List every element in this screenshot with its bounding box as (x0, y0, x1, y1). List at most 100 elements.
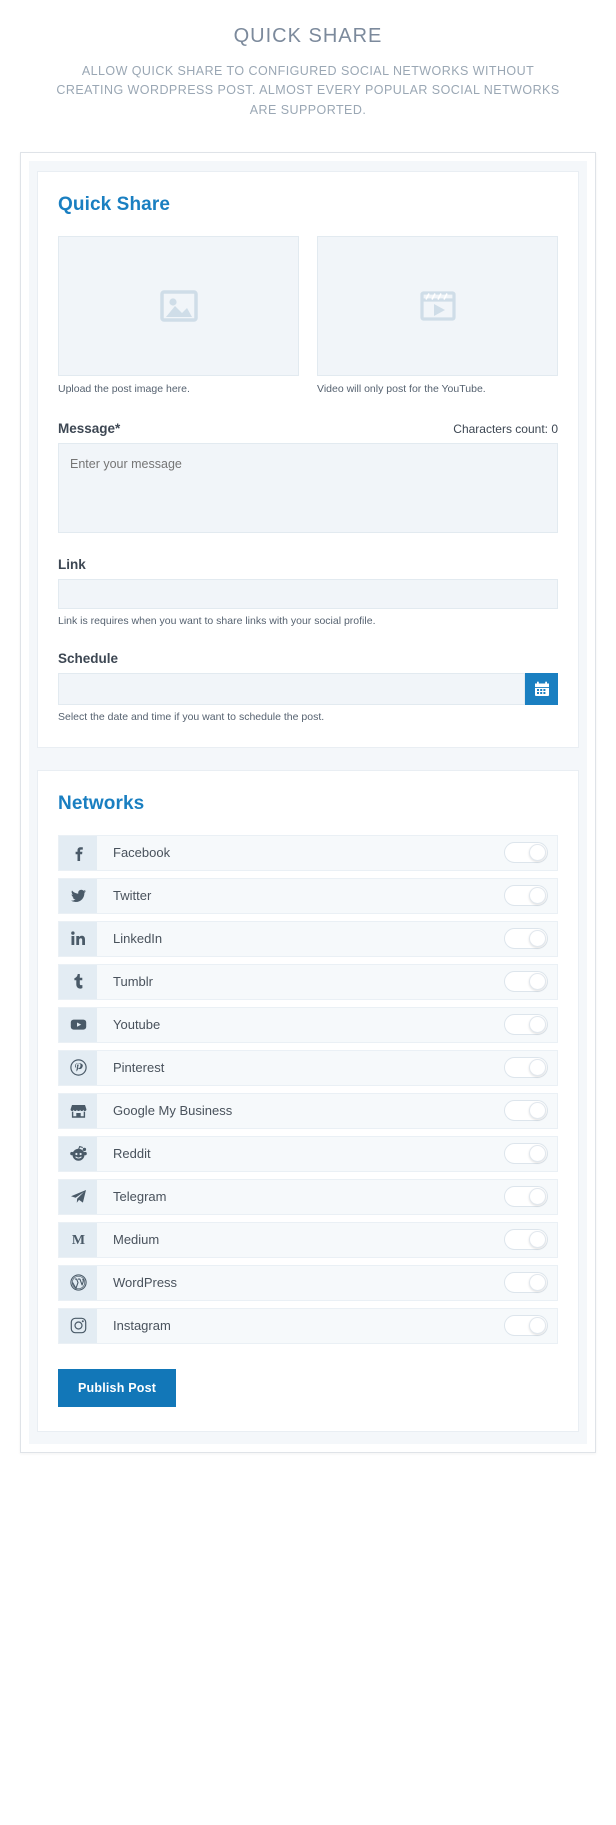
network-label: Reddit (113, 1146, 151, 1162)
network-label: Medium (113, 1232, 160, 1248)
network-toggle-wordpress[interactable] (504, 1272, 548, 1294)
network-row-telegram[interactable]: Telegram (58, 1178, 558, 1215)
image-placeholder-icon (159, 286, 199, 326)
pinterest-icon (59, 1050, 97, 1085)
telegram-icon (59, 1179, 97, 1214)
image-upload-caption: Upload the post image here. (58, 383, 190, 396)
preview-frame: Quick Share Upload the post image here. (20, 152, 596, 1453)
schedule-input[interactable] (58, 672, 525, 705)
network-label: Google My Business (113, 1103, 233, 1119)
toggle-knob (529, 973, 546, 991)
google-my-business-icon (59, 1093, 97, 1128)
quick-share-card: Quick Share Upload the post image here. (37, 171, 579, 748)
network-row-pinterest[interactable]: Pinterest (58, 1049, 558, 1086)
link-field: Link Link is requires when you want to s… (58, 557, 558, 627)
network-row-twitter[interactable]: Twitter (58, 877, 558, 914)
link-field-head: Link (58, 557, 558, 572)
instagram-icon (59, 1308, 97, 1343)
video-upload-caption: Video will only post for the YouTube. (317, 383, 486, 396)
link-input[interactable] (58, 578, 558, 609)
reddit-icon (59, 1136, 97, 1171)
link-label: Link (58, 556, 86, 572)
network-row-google-my-business[interactable]: Google My Business (58, 1092, 558, 1129)
page-title: QUICK SHARE (233, 25, 383, 47)
network-toggle-linkedin[interactable] (504, 928, 548, 950)
toggle-knob (529, 844, 546, 862)
network-label: Youtube (113, 1017, 161, 1033)
networks-card: Networks Facebook Twitter LinkedIn Tumblr Yo… (37, 769, 579, 1432)
network-label: Twitter (113, 888, 152, 904)
image-upload-dropzone[interactable] (58, 236, 299, 377)
facebook-icon (59, 835, 97, 870)
media-upload-row: Upload the post image here. Video will o… (58, 236, 558, 397)
video-placeholder-icon (418, 286, 458, 326)
network-row-reddit[interactable]: Reddit (58, 1135, 558, 1172)
link-helper-text: Link is requires when you want to share … (58, 614, 376, 627)
tumblr-icon (59, 964, 97, 999)
toggle-knob (529, 1231, 546, 1249)
networks-list: Facebook Twitter LinkedIn Tumblr Youtube Pint… (58, 834, 558, 1344)
youtube-icon (59, 1007, 97, 1042)
toggle-knob (529, 1016, 546, 1034)
wordpress-icon (59, 1265, 97, 1300)
schedule-label: Schedule (58, 650, 119, 666)
network-toggle-twitter[interactable] (504, 885, 548, 907)
network-toggle-medium[interactable] (504, 1229, 548, 1251)
characters-count: Characters count: 0 (453, 421, 558, 436)
toggle-knob (529, 887, 546, 905)
network-label: Facebook (113, 845, 171, 861)
network-label: Telegram (113, 1189, 167, 1205)
network-toggle-youtube[interactable] (504, 1014, 548, 1036)
networks-title: Networks (58, 792, 145, 814)
network-toggle-instagram[interactable] (504, 1315, 548, 1337)
network-row-tumblr[interactable]: Tumblr (58, 963, 558, 1000)
message-field-head: Message* Characters count: 0 (58, 421, 558, 436)
network-toggle-reddit[interactable] (504, 1143, 548, 1165)
network-label: Pinterest (113, 1060, 165, 1076)
image-upload-column: Upload the post image here. (58, 236, 299, 397)
medium-icon: M (59, 1222, 97, 1257)
calendar-button[interactable] (525, 672, 558, 705)
message-field: Message* Characters count: 0 (58, 421, 558, 533)
card-spacer (37, 748, 579, 770)
toggle-knob (529, 1188, 546, 1206)
network-toggle-telegram[interactable] (504, 1186, 548, 1208)
network-toggle-pinterest[interactable] (504, 1057, 548, 1079)
network-toggle-tumblr[interactable] (504, 971, 548, 993)
network-row-linkedin[interactable]: LinkedIn (58, 920, 558, 957)
network-row-instagram[interactable]: Instagram (58, 1307, 558, 1344)
schedule-field: Schedule Select the date and time if you… (58, 651, 558, 723)
svg-text:M: M (71, 1233, 84, 1248)
network-row-youtube[interactable]: Youtube (58, 1006, 558, 1043)
message-label: Message* (58, 420, 121, 436)
toggle-knob (529, 930, 546, 948)
network-row-medium[interactable]: M Medium (58, 1221, 558, 1258)
toggle-knob (529, 1145, 546, 1163)
message-input[interactable] (58, 442, 558, 533)
toggle-knob (529, 1059, 546, 1077)
page-header: QUICK SHARE ALLOW QUICK SHARE TO CONFIGU… (0, 0, 616, 134)
linkedin-icon (59, 921, 97, 956)
video-upload-dropzone[interactable] (317, 236, 558, 377)
toggle-knob (529, 1317, 546, 1335)
network-label: WordPress (113, 1275, 178, 1291)
network-label: LinkedIn (113, 931, 163, 947)
network-label: Instagram (113, 1318, 171, 1334)
twitter-icon (59, 878, 97, 913)
network-row-facebook[interactable]: Facebook (58, 834, 558, 871)
preview-frame-inner: Quick Share Upload the post image here. (29, 161, 587, 1444)
toggle-knob (529, 1102, 546, 1120)
publish-post-button[interactable]: Publish Post (58, 1368, 177, 1407)
schedule-helper-text: Select the date and time if you want to … (58, 710, 325, 723)
quick-share-title: Quick Share (58, 194, 170, 216)
schedule-input-row (58, 672, 558, 705)
video-upload-column: Video will only post for the YouTube. (317, 236, 558, 397)
toggle-knob (529, 1274, 546, 1292)
network-toggle-facebook[interactable] (504, 842, 548, 864)
calendar-icon (534, 681, 550, 697)
network-toggle-google-my-business[interactable] (504, 1100, 548, 1122)
network-row-wordpress[interactable]: WordPress (58, 1264, 558, 1301)
network-label: Tumblr (113, 974, 153, 990)
page-subtitle: ALLOW QUICK SHARE TO CONFIGURED SOCIAL N… (56, 64, 560, 117)
schedule-field-head: Schedule (58, 651, 558, 666)
